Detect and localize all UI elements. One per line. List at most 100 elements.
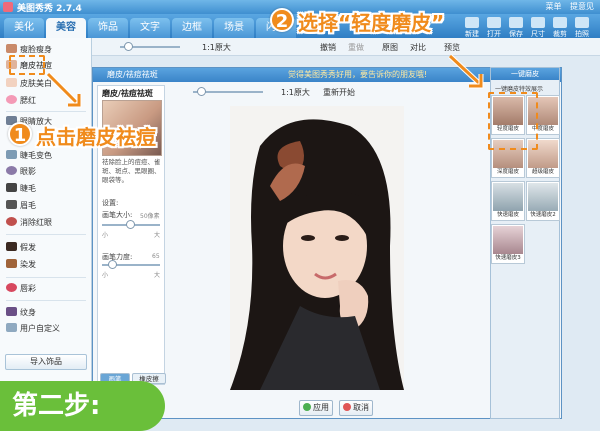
zoom-slider[interactable] [120, 42, 180, 51]
menu-item-wig[interactable]: 假发 [6, 241, 88, 255]
eyeshadow-icon [6, 166, 17, 175]
camera-icon [575, 17, 589, 28]
tab-scene[interactable]: 场景 [214, 18, 254, 38]
open-icon [487, 17, 501, 28]
effects-panel-header: 一键磨皮 [491, 68, 559, 80]
tab-text[interactable]: 文字 [130, 18, 170, 38]
zoom-slider-knob[interactable] [124, 42, 133, 51]
brush-size-min: 小 [102, 232, 109, 239]
effect-preview [528, 183, 558, 211]
slim-icon [6, 44, 17, 53]
menu-link[interactable]: 菜单 [545, 2, 561, 11]
brush-size-slider[interactable] [102, 220, 160, 229]
eyebrow-icon [6, 200, 17, 209]
effect-quick-smoothing-3[interactable]: 快速磨皮3 [491, 224, 525, 264]
brush-strength-max: 大 [154, 272, 161, 279]
effect-quick-smoothing[interactable]: 快速磨皮 [491, 181, 525, 221]
original-button[interactable]: 原图 [382, 42, 398, 53]
tab-beautify[interactable]: 美化 [4, 18, 44, 38]
effect-quick-smoothing-2[interactable]: 快速磨皮2 [526, 181, 560, 221]
tab-frame[interactable]: 边框 [172, 18, 212, 38]
brush-size-max: 大 [154, 232, 161, 239]
portrait-photo [230, 106, 404, 390]
crop-icon [553, 17, 567, 28]
new-button[interactable]: 新建 [462, 17, 482, 39]
highlight-skin-smoothing-menu [9, 55, 45, 75]
brush-size-value: 50像素 [140, 213, 160, 220]
menu-item-tattoo[interactable]: 纹身 [6, 306, 88, 320]
crop-button[interactable]: 裁剪 [550, 17, 570, 39]
title-links: 菜单 提意见 [539, 1, 594, 12]
tattoo-icon [6, 307, 17, 316]
menu-item-eyebrow[interactable]: 眉毛 [6, 199, 88, 213]
whitening-icon [6, 78, 17, 87]
dialog-hint: 觉得美图秀秀好用，要告诉你的朋友哦! [288, 70, 428, 79]
eye-color-icon [6, 150, 17, 159]
step1-instruction: 点击磨皮祛痘 [36, 125, 156, 149]
restart-button[interactable]: 重新开始 [323, 87, 355, 98]
photo-canvas[interactable] [230, 106, 404, 390]
brush-strength-label: 画笔力度: [102, 253, 133, 261]
step1-number-badge: 1 [8, 122, 32, 146]
brush-strength-value: 65 [152, 253, 160, 260]
brush-size-knob[interactable] [126, 220, 135, 229]
lips-icon [6, 283, 17, 292]
brush-strength-min: 小 [102, 272, 109, 279]
wig-icon [6, 242, 17, 251]
zoom-original-label[interactable]: 1:1原大 [202, 42, 231, 53]
check-icon [303, 403, 311, 411]
redo-button[interactable]: 重做 [348, 42, 364, 53]
save-icon [509, 17, 523, 28]
brush-strength-slider[interactable] [102, 260, 160, 269]
menu-item-lip-color[interactable]: 唇彩 [6, 282, 88, 296]
menu-item-red-eye[interactable]: 消除红眼 [6, 216, 88, 230]
menu-item-hair-dye[interactable]: 染发 [6, 258, 88, 272]
step-badge: 第二步: [0, 381, 165, 431]
arrow-icon [448, 54, 484, 89]
dialog-title: 磨皮/祛痘祛斑 [107, 70, 158, 79]
tab-accessories[interactable]: 饰品 [88, 18, 128, 38]
brush-strength-knob[interactable] [108, 260, 117, 269]
undo-button[interactable]: 撤销 [320, 42, 336, 53]
dialog-zoom-label[interactable]: 1:1原大 [281, 87, 310, 98]
tool-description: 祛除脸上的痘痘、雀斑、斑点、黑眼圈、眼袋等。 [102, 158, 161, 184]
brush-size-label: 画笔大小: [102, 211, 133, 219]
hair-dye-icon [6, 259, 17, 268]
dialog-zoom-knob[interactable] [197, 87, 206, 96]
apply-button[interactable]: 应用 [299, 400, 333, 416]
menu-item-eye-color[interactable]: 睫毛变色 [6, 149, 88, 163]
highlight-light-smoothing [488, 92, 538, 150]
tab-beauty[interactable]: 美容 [46, 18, 86, 38]
size-icon [531, 17, 545, 28]
custom-icon [6, 323, 17, 332]
save-button[interactable]: 保存 [506, 17, 526, 39]
cancel-button[interactable]: 取消 [339, 400, 373, 416]
arrow-icon [46, 72, 82, 108]
size-button[interactable]: 尺寸 [528, 17, 548, 39]
dialog-zoom-slider[interactable] [193, 87, 263, 96]
divider [6, 277, 86, 278]
app-logo-icon [3, 2, 13, 12]
menu-item-eyelash[interactable]: 睫毛 [6, 182, 88, 196]
divider [6, 300, 86, 301]
step2-number-badge: 2 [270, 8, 294, 32]
camera-button[interactable]: 拍照 [572, 17, 592, 39]
feedback-link[interactable]: 提意见 [570, 2, 594, 11]
compare-button[interactable]: 对比 [410, 42, 426, 53]
divider [6, 234, 86, 235]
eyelash-icon [6, 183, 17, 192]
red-eye-icon [6, 217, 17, 226]
dialog-toolbar: 1:1原大 重新开始 [193, 85, 443, 99]
image-toolbar: 1:1原大 撤销 重做 原图 对比 预览 [92, 38, 600, 56]
panel-title: 磨皮/祛痘祛斑 [102, 89, 153, 98]
effect-preview [493, 226, 523, 254]
blush-icon [6, 95, 17, 104]
step2-instruction: 选择“轻度磨皮” [298, 11, 445, 35]
import-accessory-button[interactable]: 导入饰品 [5, 354, 87, 370]
cancel-icon [343, 403, 351, 411]
menu-item-eyeshadow[interactable]: 眼影 [6, 165, 88, 179]
open-button[interactable]: 打开 [484, 17, 504, 39]
settings-label: 设置: [102, 199, 119, 207]
new-icon [465, 17, 479, 28]
menu-item-custom[interactable]: 用户自定义 [6, 322, 88, 336]
